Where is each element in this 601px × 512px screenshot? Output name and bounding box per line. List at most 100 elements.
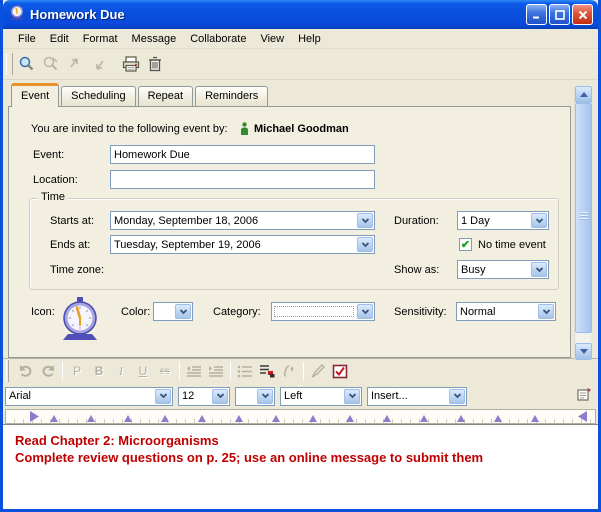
tab-reminders[interactable]: Reminders bbox=[195, 86, 268, 106]
outdent-icon[interactable] bbox=[183, 361, 205, 381]
title-bar: Homework Due bbox=[3, 0, 598, 29]
duration-label: Duration: bbox=[394, 215, 439, 227]
sensitivity-label: Sensitivity: bbox=[394, 306, 447, 318]
event-label: Event: bbox=[33, 149, 64, 161]
event-input-value: Homework Due bbox=[114, 149, 190, 161]
menu-format[interactable]: Format bbox=[76, 30, 125, 48]
minimize-button[interactable] bbox=[526, 4, 547, 25]
chevron-down-icon[interactable] bbox=[531, 262, 547, 277]
print-icon[interactable] bbox=[119, 52, 143, 76]
font-family-combo[interactable]: Arial bbox=[5, 387, 173, 406]
category-combo[interactable] bbox=[271, 302, 375, 321]
menu-collaborate[interactable]: Collaborate bbox=[183, 30, 253, 48]
chevron-down-icon[interactable] bbox=[357, 213, 373, 228]
location-input[interactable] bbox=[110, 170, 375, 189]
color-label: Color: bbox=[121, 306, 150, 318]
scrollbar-thumb[interactable] bbox=[575, 103, 592, 333]
duration-value: 1 Day bbox=[458, 215, 530, 227]
zoom-icon[interactable] bbox=[15, 52, 39, 76]
close-button[interactable] bbox=[572, 4, 593, 25]
show-as-value: Busy bbox=[458, 264, 530, 276]
duration-combo[interactable]: 1 Day bbox=[457, 211, 549, 230]
message-body[interactable]: Read Chapter 2: Microorganisms Complete … bbox=[3, 424, 598, 509]
insert-object-icon[interactable] bbox=[577, 387, 592, 406]
underline-button[interactable]: U bbox=[132, 361, 154, 381]
chevron-down-icon[interactable] bbox=[357, 304, 373, 319]
font-size-value: 12 bbox=[179, 390, 211, 402]
starts-at-label: Starts at: bbox=[50, 215, 94, 227]
ends-at-combo[interactable]: Tuesday, September 19, 2006 bbox=[110, 235, 375, 254]
window-title: Homework Due bbox=[30, 7, 524, 22]
insert-combo[interactable]: Insert... bbox=[367, 387, 467, 406]
no-time-event-label: No time event bbox=[478, 239, 546, 251]
time-group-legend: Time bbox=[38, 191, 68, 203]
sensitivity-combo[interactable]: Normal bbox=[456, 302, 556, 321]
ends-at-value: Tuesday, September 19, 2006 bbox=[111, 239, 356, 251]
bullet-list-icon[interactable] bbox=[234, 361, 256, 381]
sender-name: Michael Goodman bbox=[254, 123, 349, 135]
delete-icon[interactable] bbox=[143, 52, 167, 76]
alignment-value: Left bbox=[281, 390, 343, 402]
undo-icon[interactable] bbox=[15, 361, 37, 381]
spell-check-icon[interactable] bbox=[329, 361, 351, 381]
zoom-edit-icon[interactable] bbox=[39, 52, 63, 76]
event-input[interactable]: Homework Due bbox=[110, 145, 375, 164]
previous-icon[interactable] bbox=[63, 52, 87, 76]
checkmark-icon: ✔ bbox=[461, 240, 470, 250]
next-icon[interactable] bbox=[87, 52, 111, 76]
scroll-up-icon[interactable] bbox=[575, 86, 592, 103]
strikethrough-button[interactable]: ss bbox=[154, 361, 176, 381]
chevron-down-icon[interactable] bbox=[538, 304, 554, 319]
chevron-down-icon[interactable] bbox=[344, 389, 360, 404]
chevron-down-icon[interactable] bbox=[357, 237, 373, 252]
insert-field-icon[interactable] bbox=[278, 361, 300, 381]
tab-repeat[interactable]: Repeat bbox=[138, 86, 193, 106]
show-as-combo[interactable]: Busy bbox=[457, 260, 549, 279]
event-tab-panel: You are invited to the following event b… bbox=[8, 106, 571, 358]
redo-icon[interactable] bbox=[37, 361, 59, 381]
app-clock-icon bbox=[9, 4, 25, 25]
font-size-combo[interactable]: 12 bbox=[178, 387, 230, 406]
bold-button[interactable]: B bbox=[88, 361, 110, 381]
tab-event[interactable]: Event bbox=[11, 83, 59, 107]
invite-label: You are invited to the following event b… bbox=[31, 123, 228, 135]
format-toolbar-grip[interactable] bbox=[6, 360, 9, 382]
indent-icon[interactable] bbox=[205, 361, 227, 381]
maximize-button[interactable] bbox=[549, 4, 570, 25]
location-label: Location: bbox=[33, 174, 78, 186]
menu-message[interactable]: Message bbox=[125, 30, 184, 48]
menu-view[interactable]: View bbox=[253, 30, 291, 48]
scroll-down-icon[interactable] bbox=[575, 343, 592, 360]
menu-help[interactable]: Help bbox=[291, 30, 328, 48]
person-icon bbox=[240, 122, 249, 138]
no-time-event-checkbox[interactable]: ✔ bbox=[459, 238, 472, 251]
menu-edit[interactable]: Edit bbox=[43, 30, 76, 48]
chevron-down-icon[interactable] bbox=[212, 389, 228, 404]
italic-button[interactable]: I bbox=[110, 361, 132, 381]
vertical-scrollbar[interactable] bbox=[574, 86, 591, 360]
ruler[interactable] bbox=[5, 409, 596, 424]
menu-bar: File Edit Format Message Collaborate Vie… bbox=[3, 29, 598, 49]
event-clock-icon bbox=[59, 296, 101, 345]
chevron-down-icon[interactable] bbox=[175, 304, 191, 319]
toolbar-grip[interactable] bbox=[6, 53, 13, 75]
chevron-down-icon[interactable] bbox=[531, 213, 547, 228]
left-indent-marker[interactable] bbox=[30, 411, 39, 422]
starts-at-combo[interactable]: Monday, September 18, 2006 bbox=[110, 211, 375, 230]
message-line: Read Chapter 2: Microorganisms bbox=[15, 432, 598, 449]
signature-pen-icon[interactable] bbox=[307, 361, 329, 381]
chevron-down-icon[interactable] bbox=[155, 389, 171, 404]
chevron-down-icon[interactable] bbox=[449, 389, 465, 404]
chevron-down-icon[interactable] bbox=[257, 389, 273, 404]
app-window: Homework Due File Edit Format Message Co… bbox=[0, 0, 601, 512]
category-value bbox=[274, 306, 354, 317]
plain-text-button[interactable]: P bbox=[66, 361, 88, 381]
right-indent-marker[interactable] bbox=[578, 411, 587, 422]
menu-file[interactable]: File bbox=[11, 30, 43, 48]
color-combo[interactable] bbox=[153, 302, 193, 321]
time-zone-label: Time zone: bbox=[50, 264, 104, 276]
alignment-combo[interactable]: Left bbox=[280, 387, 362, 406]
numbered-list-icon[interactable] bbox=[256, 361, 278, 381]
font-color-combo[interactable] bbox=[235, 387, 275, 406]
tab-scheduling[interactable]: Scheduling bbox=[61, 86, 135, 106]
